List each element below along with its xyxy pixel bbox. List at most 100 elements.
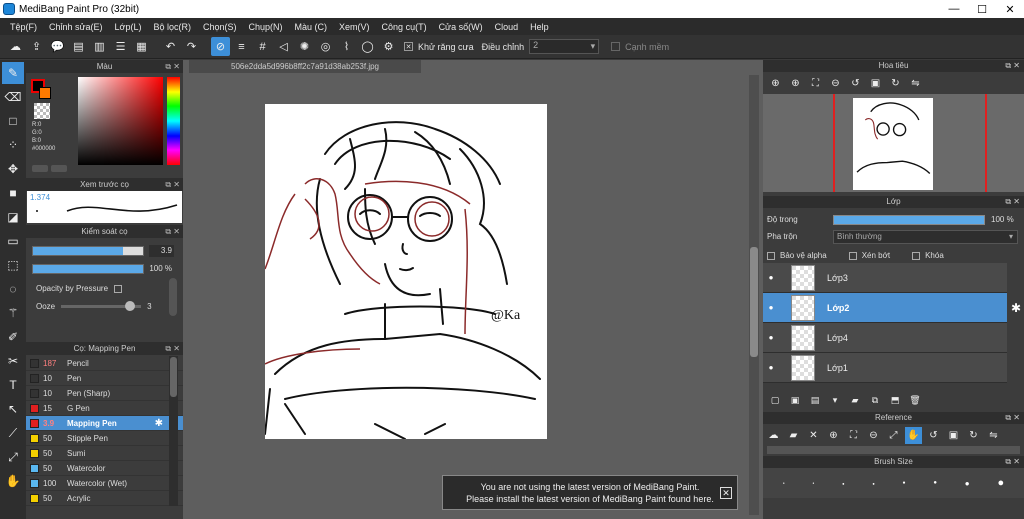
folder-icon[interactable]: ▰ bbox=[847, 392, 863, 408]
close-icon[interactable]: ✕ bbox=[720, 487, 732, 499]
eye-icon[interactable]: ● bbox=[763, 363, 779, 372]
blend-mode-select[interactable]: Bình thường bbox=[833, 229, 1018, 244]
grid-settings-icon[interactable]: ▦ bbox=[132, 37, 151, 56]
rect-tool-icon[interactable]: □ bbox=[2, 110, 24, 132]
brush-item[interactable]: 50 Sumi bbox=[26, 446, 183, 461]
menu-cloud[interactable]: Cloud bbox=[489, 22, 525, 32]
eraser-tool-icon[interactable]: ⌫ bbox=[2, 86, 24, 108]
size-preset-dot[interactable]: ● bbox=[813, 481, 815, 485]
menu-window[interactable]: Cửa số(W) bbox=[433, 22, 489, 32]
brush-item[interactable]: 187 Pencil bbox=[26, 356, 183, 371]
list-icon[interactable]: ☰ bbox=[111, 37, 130, 56]
brush-item[interactable]: 10 Pen bbox=[26, 371, 183, 386]
saturation-value-picker[interactable] bbox=[78, 77, 163, 165]
vanish-snap-icon[interactable]: ◁ bbox=[274, 37, 293, 56]
ref-zoom-out-icon[interactable]: ⊖ bbox=[865, 427, 882, 444]
layer-row[interactable]: ● Lớp4 bbox=[763, 323, 1007, 353]
dot-tool-icon[interactable]: ⁘ bbox=[2, 134, 24, 156]
correction-select[interactable]: 2 bbox=[529, 39, 600, 54]
close-window-button[interactable]: ✕ bbox=[996, 0, 1024, 18]
menu-edit[interactable]: Chỉnh sửa(E) bbox=[43, 22, 109, 32]
new-halftone-layer-icon[interactable]: ▤ bbox=[807, 392, 823, 408]
size-preset-dot[interactable]: ● bbox=[783, 481, 785, 485]
merge-layer-icon[interactable]: ⬒ bbox=[887, 392, 903, 408]
size-preset-dot[interactable]: ● bbox=[903, 480, 906, 486]
zoom-in-icon[interactable]: ⊕ bbox=[767, 75, 784, 92]
fit-icon[interactable]: ⛶ bbox=[807, 75, 824, 92]
menu-snap[interactable]: Chụp(N) bbox=[243, 22, 289, 32]
divide-tool-icon[interactable]: ⟋ bbox=[2, 422, 24, 444]
open-reference-icon[interactable]: ▰ bbox=[785, 427, 802, 444]
brush-item[interactable]: 3.9 Mapping Pen ✱ bbox=[26, 416, 183, 431]
menu-color[interactable]: Màu (C) bbox=[289, 22, 334, 32]
menu-help[interactable]: Help bbox=[524, 22, 555, 32]
flip-icon[interactable]: ⇋ bbox=[907, 75, 924, 92]
cross-snap-icon[interactable]: # bbox=[253, 37, 272, 56]
comment-icon[interactable]: ▤ bbox=[69, 37, 88, 56]
document-tab[interactable]: 506e2dda5d996b8ff2c7a91d38ab253f.jpg bbox=[189, 60, 421, 73]
redo-icon[interactable]: ↷ bbox=[182, 37, 201, 56]
radial-snap-icon[interactable]: ✺ bbox=[295, 37, 314, 56]
close-reference-icon[interactable]: ✕ bbox=[805, 427, 822, 444]
lasso-tool-icon[interactable]: ◌ bbox=[2, 278, 24, 300]
gear-icon[interactable]: ✱ bbox=[155, 418, 163, 429]
panel-controls-icon[interactable]: ⧉ ✕ bbox=[1005, 412, 1020, 424]
ellipse-snap-icon[interactable]: ◯ bbox=[358, 37, 377, 56]
ref-zoom-in-icon[interactable]: ⊕ bbox=[825, 427, 842, 444]
drawing-canvas[interactable]: @Ka bbox=[265, 104, 547, 439]
gradient-tool-icon[interactable]: ▭ bbox=[2, 230, 24, 252]
clipping-checkbox[interactable] bbox=[848, 251, 857, 260]
fill-rect-tool-icon[interactable]: ■ bbox=[2, 182, 24, 204]
delete-layer-icon[interactable]: 🗑 bbox=[907, 392, 923, 408]
antialias-checkbox[interactable]: ✕ bbox=[404, 42, 413, 51]
select-eraser-tool-icon[interactable]: ✂ bbox=[2, 350, 24, 372]
ooze-slider-thumb[interactable] bbox=[125, 301, 136, 311]
duplicate-layer-icon[interactable]: ⧉ bbox=[867, 392, 883, 408]
opacity-pressure-checkbox[interactable] bbox=[114, 284, 123, 293]
operation-tool-icon[interactable]: ↖ bbox=[2, 398, 24, 420]
ref-rotate-left-icon[interactable]: ↺ bbox=[925, 427, 942, 444]
panel-controls-icon[interactable]: ⧉ ✕ bbox=[1005, 196, 1020, 208]
panel-controls-icon[interactable]: ⧉ ✕ bbox=[165, 178, 180, 191]
menu-layer[interactable]: Lớp(L) bbox=[109, 22, 148, 32]
menu-select[interactable]: Chọn(S) bbox=[197, 22, 243, 32]
text-tool-icon[interactable]: T bbox=[2, 374, 24, 396]
brush-item[interactable]: 50 Acrylic bbox=[26, 491, 183, 506]
ref-flip-icon[interactable]: ⇋ bbox=[985, 427, 1002, 444]
color-mode-button[interactable] bbox=[32, 165, 48, 172]
menu-filter[interactable]: Bộ lọc(R) bbox=[147, 22, 197, 32]
select-pen-tool-icon[interactable]: ✐ bbox=[2, 326, 24, 348]
ref-eyedropper-icon[interactable]: ⤢ bbox=[885, 427, 902, 444]
color-swap-button[interactable] bbox=[51, 165, 67, 172]
menu-view[interactable]: Xem(V) bbox=[333, 22, 376, 32]
page-icon[interactable]: ▥ bbox=[90, 37, 109, 56]
panel-controls-icon[interactable]: ⧉ ✕ bbox=[165, 342, 180, 355]
eye-icon[interactable]: ● bbox=[763, 333, 779, 342]
brush-size-value[interactable]: 3.9 bbox=[149, 245, 174, 257]
move-tool-icon[interactable]: ✥ bbox=[2, 158, 24, 180]
size-preset-dot[interactable]: ● bbox=[933, 480, 937, 486]
brush-tool-icon[interactable]: ✎ bbox=[2, 62, 24, 84]
panel-controls-icon[interactable]: ⧉ ✕ bbox=[1005, 456, 1020, 468]
ooze-slider[interactable] bbox=[61, 301, 142, 311]
magic-wand-tool-icon[interactable]: ⚚ bbox=[2, 302, 24, 324]
brush-item[interactable]: 100 Watercolor (Wet) bbox=[26, 476, 183, 491]
transparent-color-swatch[interactable] bbox=[34, 103, 50, 119]
ref-rotate-right-icon[interactable]: ↻ bbox=[965, 427, 982, 444]
panel-controls-icon[interactable]: ⧉ ✕ bbox=[1005, 60, 1020, 72]
panel-controls-icon[interactable]: ⧉ ✕ bbox=[165, 60, 180, 73]
layer-row[interactable]: ● Lớp2 ✱ bbox=[763, 293, 1021, 323]
new-layer-icon[interactable]: ▢ bbox=[767, 392, 783, 408]
no-snap-icon[interactable]: ⊘ bbox=[211, 37, 230, 56]
background-color-swatch[interactable] bbox=[39, 87, 51, 99]
curve-snap-icon[interactable]: ⌇ bbox=[337, 37, 356, 56]
navigator-view[interactable] bbox=[763, 94, 1024, 192]
canvas-vertical-scrollbar[interactable] bbox=[749, 75, 759, 515]
ref-hand-icon[interactable]: ✋ bbox=[905, 426, 922, 444]
chat-icon[interactable]: 💬 bbox=[48, 37, 67, 56]
menu-file[interactable]: Tệp(F) bbox=[4, 22, 43, 32]
zoom-in-alt-icon[interactable]: ⊕ bbox=[787, 75, 804, 92]
circle-snap-icon[interactable]: ◎ bbox=[316, 37, 335, 56]
control-panel-scrollbar[interactable] bbox=[169, 278, 177, 316]
brush-item[interactable]: 15 G Pen bbox=[26, 401, 183, 416]
